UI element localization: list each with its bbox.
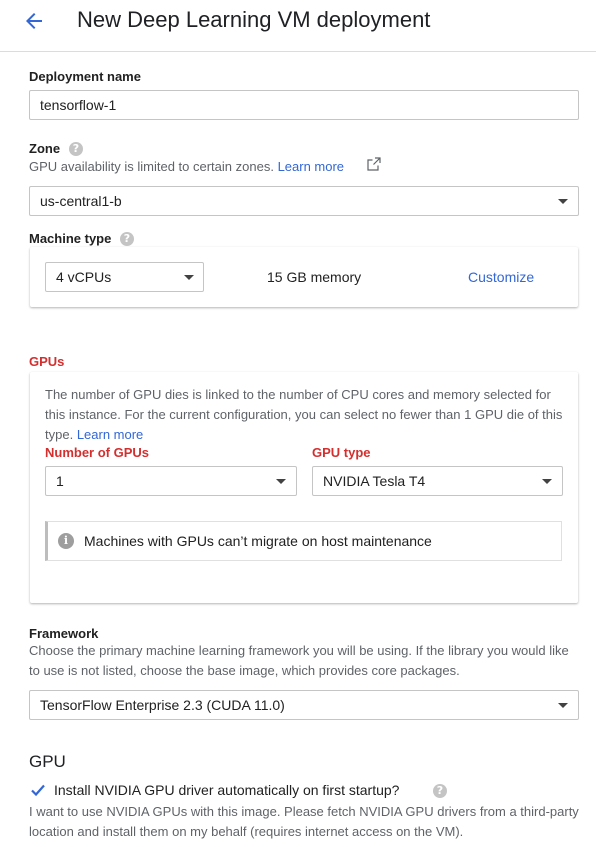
memory-value: 15 GB memory <box>267 269 362 285</box>
gpu-count-label: Number of GPUs <box>45 445 150 460</box>
framework-select[interactable]: TensorFlow Enterprise 2.3 (CUDA 11.0) <box>29 690 579 720</box>
cpu-select-value: 4 vCPUs <box>56 269 112 285</box>
zone-learn-more-link[interactable]: Learn more <box>278 159 344 174</box>
zone-note: GPU availability is limited to certain z… <box>29 159 344 174</box>
checkmark-icon <box>31 784 45 797</box>
machine-type-card: 4 vCPUs 15 GB memory Customize <box>30 247 578 307</box>
gpu-section-title: GPU <box>29 752 66 771</box>
zone-note-text: GPU availability is limited to certain z… <box>29 159 274 174</box>
gpus-learn-more-link[interactable]: Learn more <box>77 427 143 442</box>
caret-down-icon <box>542 479 552 484</box>
gpus-card: The number of GPU dies is linked to the … <box>30 372 578 603</box>
page-title: New Deep Learning VM deployment <box>77 7 431 32</box>
header-bar: New Deep Learning VM deployment <box>0 0 596 52</box>
arrow-left-icon[interactable] <box>22 9 46 33</box>
install-driver-description: I want to use NVIDIA GPUs with this imag… <box>29 804 579 839</box>
info-icon: i <box>58 533 74 549</box>
machine-type-label: Machine type <box>29 231 112 246</box>
zone-label: Zone <box>29 141 61 156</box>
host-maintenance-notice: i Machines with GPUs can’t migrate on ho… <box>45 521 562 561</box>
gpus-label: GPUs <box>29 354 65 369</box>
install-driver-help-icon[interactable]: ? <box>433 784 447 798</box>
gpu-type-value: NVIDIA Tesla T4 <box>323 473 426 489</box>
framework-description: Choose the primary machine learning fram… <box>29 643 569 678</box>
caret-down-icon <box>184 275 194 280</box>
framework-label: Framework <box>29 626 99 641</box>
host-maintenance-text: Machines with GPUs can’t migrate on host… <box>84 533 432 549</box>
zone-select-value: us-central1-b <box>40 193 122 209</box>
caret-down-icon <box>558 199 568 204</box>
framework-select-value: TensorFlow Enterprise 2.3 (CUDA 11.0) <box>40 697 285 713</box>
gpu-type-select[interactable]: NVIDIA Tesla T4 <box>312 466 563 496</box>
gpu-count-select[interactable]: 1 <box>45 466 297 496</box>
cpu-select[interactable]: 4 vCPUs <box>45 262 204 292</box>
gpus-description: The number of GPU dies is linked to the … <box>45 385 565 445</box>
gpu-type-label: GPU type <box>312 445 371 460</box>
caret-down-icon <box>558 703 568 708</box>
customize-link[interactable]: Customize <box>468 269 534 285</box>
deployment-name-value: tensorflow-1 <box>40 97 117 113</box>
external-link-icon[interactable] <box>367 157 381 171</box>
machine-type-help-icon[interactable]: ? <box>120 232 134 246</box>
zone-select[interactable]: us-central1-b <box>29 186 579 216</box>
install-driver-checkbox[interactable] <box>30 782 46 798</box>
caret-down-icon <box>276 479 286 484</box>
deployment-name-label: Deployment name <box>29 69 141 84</box>
install-driver-label[interactable]: Install NVIDIA GPU driver automatically … <box>54 782 399 798</box>
gpu-count-value: 1 <box>56 473 64 489</box>
deployment-name-input[interactable]: tensorflow-1 <box>29 90 579 120</box>
zone-help-icon[interactable]: ? <box>69 142 83 156</box>
